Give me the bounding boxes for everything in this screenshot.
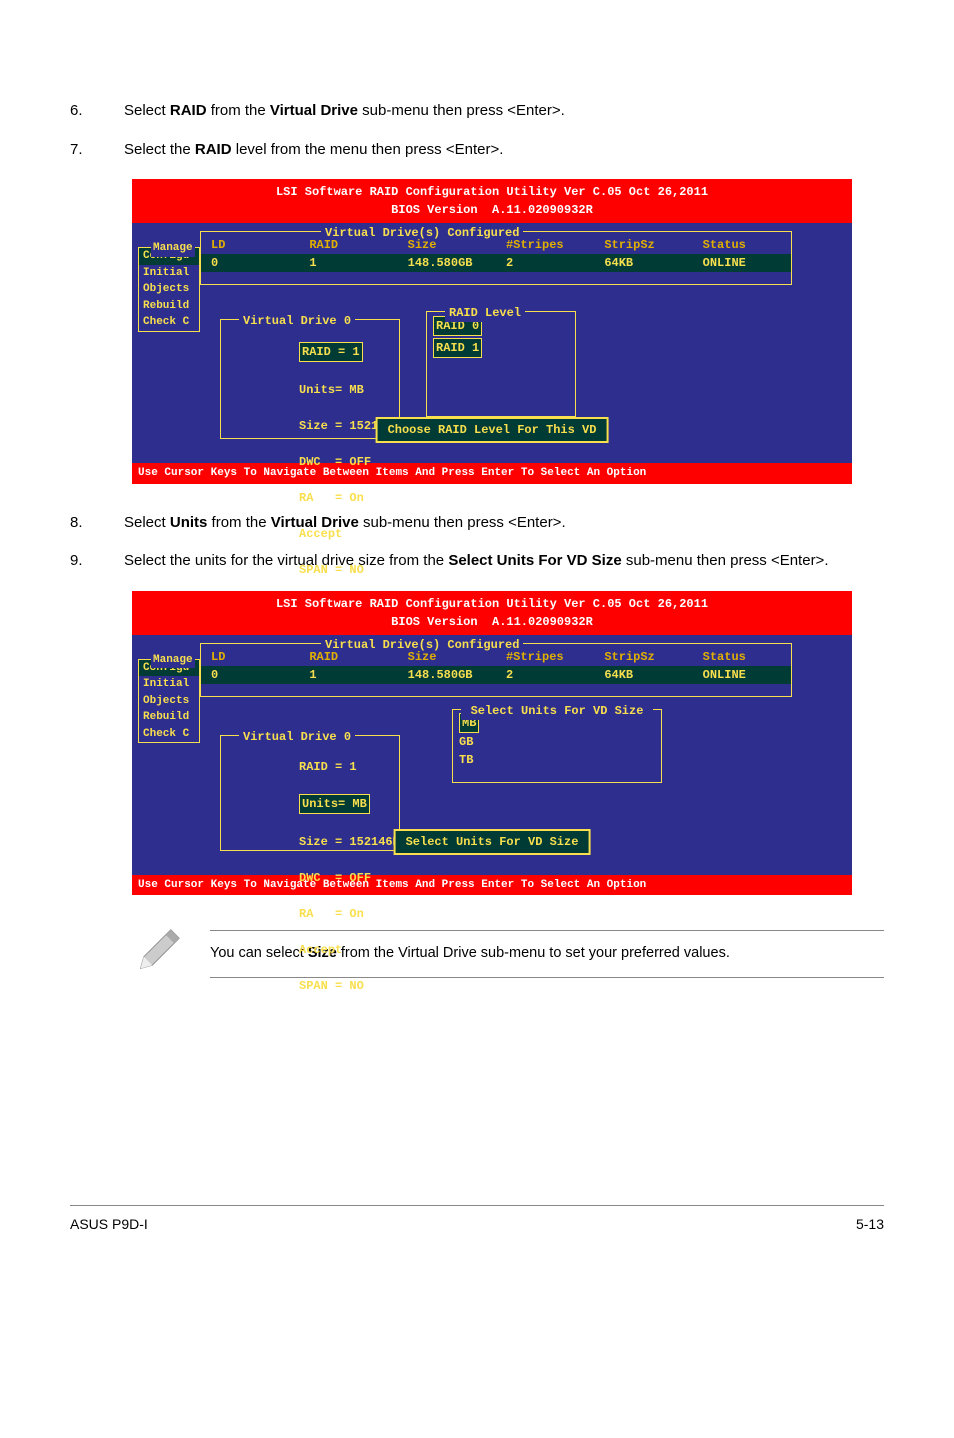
table-headers: LD RAID Size #Stripes StripSz Status bbox=[201, 236, 791, 254]
units-popup[interactable]: Select Units For VD Size MB GB TB bbox=[452, 709, 662, 783]
virtual-drives-configured-box: Virtual Drive(s) Configured LD RAID Size… bbox=[200, 643, 792, 697]
pencil-icon bbox=[132, 923, 186, 985]
bios-side-menu[interactable]: Manage Configu Initial Objects Rebuild C… bbox=[138, 659, 200, 744]
cell-stripsz: 64KB bbox=[594, 666, 692, 684]
col-status: Status bbox=[693, 648, 791, 666]
col-raid: RAID bbox=[299, 236, 397, 254]
table-row[interactable]: 0 1 148.580GB 2 64KB ONLINE bbox=[201, 666, 791, 684]
cell-size: 148.580GB bbox=[398, 254, 496, 272]
menu-item-check[interactable]: Check C bbox=[139, 726, 199, 743]
instruction-list-2: 8. Select Units from the Virtual Drive s… bbox=[70, 512, 884, 573]
raid-1-option[interactable]: RAID 1 bbox=[433, 338, 482, 358]
bios-message: Select Units For VD Size bbox=[394, 829, 591, 855]
col-stripes: #Stripes bbox=[496, 648, 594, 666]
cell-status: ONLINE bbox=[693, 666, 791, 684]
virtual-drives-configured-box: Virtual Drive(s) Configured LD RAID Size… bbox=[200, 231, 792, 285]
cell-ld: 0 bbox=[201, 666, 299, 684]
vdrive-accept-field[interactable]: Accept bbox=[299, 943, 342, 957]
bios-message: Choose RAID Level For This VD bbox=[376, 417, 609, 443]
cell-stripes: 2 bbox=[496, 666, 594, 684]
col-ld: LD bbox=[201, 236, 299, 254]
cell-ld: 0 bbox=[201, 254, 299, 272]
footer-left: ASUS P9D-I bbox=[70, 1214, 148, 1235]
bios-screenshot-1: LSI Software RAID Configuration Utility … bbox=[132, 179, 884, 484]
virtual-drive-panel[interactable]: Virtual Drive 0 RAID = 1 Units= MB Size … bbox=[220, 735, 400, 851]
vdrive-span-field[interactable]: SPAN = NO bbox=[299, 979, 364, 993]
col-stripes: #Stripes bbox=[496, 236, 594, 254]
cell-status: ONLINE bbox=[693, 254, 791, 272]
step-8: 8. Select Units from the Virtual Drive s… bbox=[70, 512, 884, 535]
step-number: 7. bbox=[70, 139, 124, 162]
col-status: Status bbox=[693, 236, 791, 254]
page-footer: ASUS P9D-I 5-13 bbox=[70, 1205, 884, 1235]
vdrive-raid-field[interactable]: RAID = 1 bbox=[299, 760, 357, 774]
col-ld: LD bbox=[201, 648, 299, 666]
vdrive-dwc-field[interactable]: DWC = OFF bbox=[299, 871, 371, 885]
table-headers: LD RAID Size #Stripes StripSz Status bbox=[201, 648, 791, 666]
menu-item-initial[interactable]: Initial bbox=[139, 265, 199, 282]
bios-header: LSI Software RAID Configuration Utility … bbox=[132, 179, 852, 223]
menu-item-initial[interactable]: Initial bbox=[139, 676, 199, 693]
instruction-list: 6. Select RAID from the Virtual Drive su… bbox=[70, 100, 884, 161]
bios-screenshot-2: LSI Software RAID Configuration Utility … bbox=[132, 591, 884, 896]
step-9: 9. Select the units for the virtual driv… bbox=[70, 550, 884, 573]
step-number: 9. bbox=[70, 550, 124, 573]
step-text: Select the RAID level from the menu then… bbox=[124, 139, 884, 162]
step-text: Select RAID from the Virtual Drive sub-m… bbox=[124, 100, 884, 123]
table-row[interactable]: 0 1 148.580GB 2 64KB ONLINE bbox=[201, 254, 791, 272]
step-number: 8. bbox=[70, 512, 124, 535]
col-stripsz: StripSz bbox=[594, 648, 692, 666]
col-raid: RAID bbox=[299, 648, 397, 666]
menu-item-objects[interactable]: Objects bbox=[139, 281, 199, 298]
virtual-drive-title: Virtual Drive 0 bbox=[239, 312, 355, 330]
side-menu-label: Manage bbox=[151, 652, 195, 669]
virtual-drive-title: Virtual Drive 0 bbox=[239, 728, 355, 746]
raid-level-title: RAID Level bbox=[445, 304, 525, 322]
col-size: Size bbox=[398, 236, 496, 254]
cell-size: 148.580GB bbox=[398, 666, 496, 684]
step-6: 6. Select RAID from the Virtual Drive su… bbox=[70, 100, 884, 123]
step-number: 6. bbox=[70, 100, 124, 123]
cell-raid: 1 bbox=[299, 254, 397, 272]
menu-item-check[interactable]: Check C bbox=[139, 314, 199, 331]
col-stripsz: StripSz bbox=[594, 236, 692, 254]
menu-item-rebuild[interactable]: Rebuild bbox=[139, 298, 199, 315]
vdrive-dwc-field[interactable]: DWC = OFF bbox=[299, 455, 371, 469]
vdrive-units-field[interactable]: Units= MB bbox=[299, 383, 364, 397]
menu-item-objects[interactable]: Objects bbox=[139, 693, 199, 710]
units-title: Select Units For VD Size bbox=[461, 702, 653, 720]
raid-level-popup[interactable]: RAID Level RAID 0 RAID 1 bbox=[426, 311, 576, 417]
side-menu-label: Manage bbox=[151, 240, 195, 257]
vdrive-units-field[interactable]: Units= MB bbox=[299, 794, 370, 814]
virtual-drive-panel[interactable]: Virtual Drive 0 RAID = 1 Units= MB Size … bbox=[220, 319, 400, 439]
cell-stripsz: 64KB bbox=[594, 254, 692, 272]
cell-raid: 1 bbox=[299, 666, 397, 684]
cell-stripes: 2 bbox=[496, 254, 594, 272]
vdrive-accept-field[interactable]: Accept bbox=[299, 527, 342, 541]
vdrive-size-field[interactable]: Size = 152146MB bbox=[299, 835, 407, 849]
vdrive-raid-field[interactable]: RAID = 1 bbox=[299, 342, 363, 362]
vdrive-ra-field[interactable]: RA = On bbox=[299, 907, 364, 921]
unit-gb-option[interactable]: GB bbox=[459, 735, 473, 749]
bios-side-menu[interactable]: Manage Configu Initial Objects Rebuild C… bbox=[138, 247, 200, 332]
vdrive-ra-field[interactable]: RA = On bbox=[299, 491, 364, 505]
footer-right: 5-13 bbox=[856, 1214, 884, 1235]
vdrive-span-field[interactable]: SPAN = NO bbox=[299, 563, 364, 577]
step-7: 7. Select the RAID level from the menu t… bbox=[70, 139, 884, 162]
col-size: Size bbox=[398, 648, 496, 666]
menu-item-rebuild[interactable]: Rebuild bbox=[139, 709, 199, 726]
unit-tb-option[interactable]: TB bbox=[459, 753, 473, 767]
